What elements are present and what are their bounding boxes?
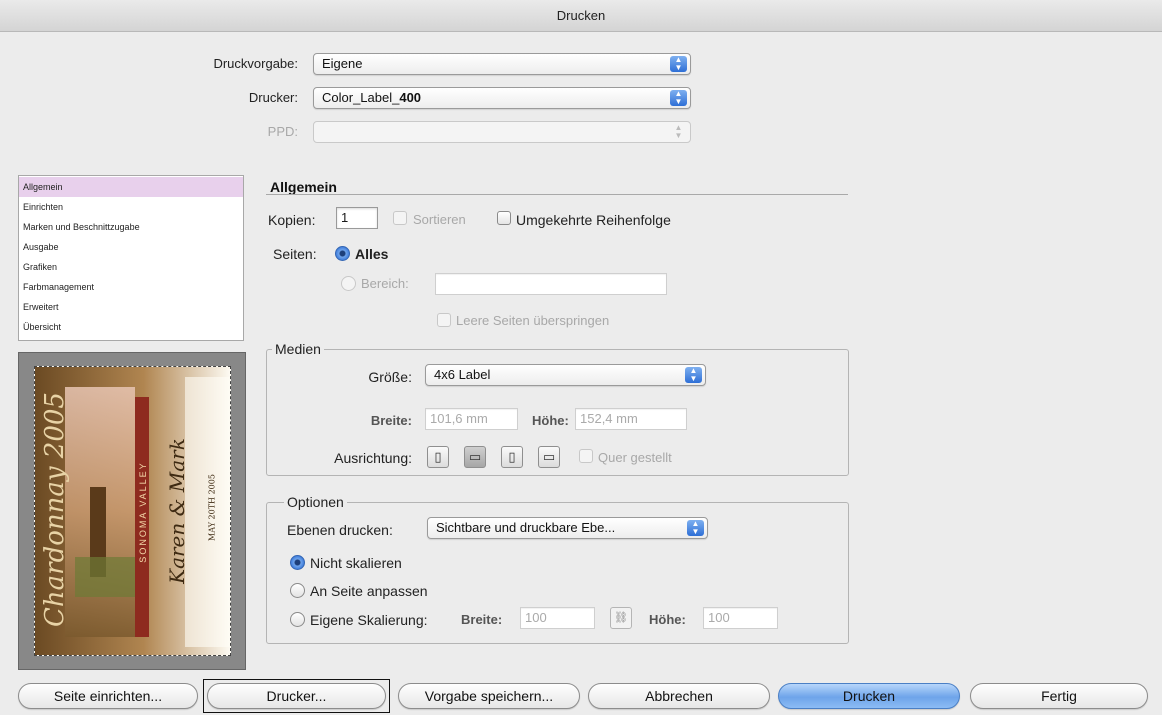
custom-scale-label: Eigene Skalierung: (310, 612, 428, 628)
fit-to-page-label: An Seite anpassen (310, 583, 428, 599)
preview-band-text: SONOMA VALLEY (138, 461, 148, 563)
width-label: Breite: (370, 413, 412, 428)
category-list[interactable]: Allgemein Einrichten Marken und Beschnit… (18, 175, 244, 341)
popup-arrows-icon: ▲ ▼ (685, 367, 702, 383)
scale-height-label: Höhe: (649, 612, 686, 627)
transverse-label: Quer gestellt (598, 450, 672, 465)
sidebar-item-erweitert[interactable]: Erweitert (19, 297, 243, 317)
transverse-checkbox[interactable] (579, 449, 593, 463)
layers-value: Sichtbare und druckbare Ebe... (436, 520, 616, 535)
window-title: Drucken (0, 0, 1162, 32)
sidebar-item-einrichten[interactable]: Einrichten (19, 197, 243, 217)
cancel-button[interactable]: Abbrechen (588, 683, 770, 709)
page-setup-button[interactable]: Seite einrichten... (18, 683, 198, 709)
popup-arrows-icon: ▲ ▼ (670, 90, 687, 106)
printer-label: Drucker: (248, 90, 298, 105)
ppd-popup[interactable]: ▲ ▼ (313, 121, 691, 143)
popup-arrows-icon: ▲ ▼ (687, 520, 704, 536)
preset-value: Eigene (322, 56, 363, 71)
copies-input[interactable]: 1 (336, 207, 378, 229)
options-group-title: Optionen (284, 494, 347, 510)
height-label: Höhe: (532, 413, 569, 428)
skip-blank-checkbox[interactable] (437, 313, 451, 327)
media-group-title: Medien (272, 341, 324, 357)
section-divider (266, 194, 848, 195)
orientation-label: Ausrichtung: (334, 450, 412, 466)
collate-label: Sortieren (413, 212, 466, 227)
scale-width-field[interactable]: 100 (520, 607, 595, 629)
preset-label: Druckvorgabe: (213, 56, 298, 71)
width-field[interactable]: 101,6 mm (425, 408, 518, 430)
collate-checkbox[interactable] (393, 211, 407, 225)
sidebar-item-ausgabe[interactable]: Ausgabe (19, 237, 243, 257)
sidebar-item-uebersicht[interactable]: Übersicht (19, 317, 243, 337)
height-field[interactable]: 152,4 mm (575, 408, 687, 430)
preview-names: Karen & Mark (165, 438, 189, 584)
scale-height-field[interactable]: 100 (703, 607, 778, 629)
sidebar-item-grafiken[interactable]: Grafiken (19, 257, 243, 277)
printer-value: Color_Label_400 (322, 90, 422, 105)
ppd-label: PPD: (267, 124, 298, 139)
fit-to-page-radio[interactable] (290, 583, 305, 598)
skip-blank-label: Leere Seiten überspringen (456, 313, 610, 328)
sidebar-item-allgemein[interactable]: Allgemein (19, 177, 243, 197)
link-proportions-icon[interactable]: ⛓ (610, 607, 632, 629)
section-title: Allgemein (270, 179, 337, 195)
size-label: Größe: (368, 369, 412, 385)
custom-scale-radio[interactable] (290, 612, 305, 627)
scale-width-label: Breite: (461, 612, 503, 627)
print-button[interactable]: Drucken (778, 683, 960, 709)
sidebar-item-marken[interactable]: Marken und Beschnittzugabe (19, 217, 243, 237)
printer-popup[interactable]: Color_Label_400 ▲ ▼ (313, 87, 691, 109)
print-preview: Chardonnay 2005 SONOMA VALLEY Karen & Ma… (18, 352, 246, 670)
preview-page: Chardonnay 2005 SONOMA VALLEY Karen & Ma… (34, 366, 231, 656)
orientation-reverse-landscape-icon[interactable]: ▭ (538, 446, 560, 468)
pages-label: Seiten: (273, 246, 317, 262)
sidebar-item-farbmanagement[interactable]: Farbmanagement (19, 277, 243, 297)
printer-button[interactable]: Drucker... (207, 683, 386, 709)
reverse-order-checkbox[interactable] (497, 211, 511, 225)
no-scale-label: Nicht skalieren (310, 555, 402, 571)
layers-popup[interactable]: Sichtbare und druckbare Ebe... ▲ ▼ (427, 517, 708, 539)
preview-date: MAY 20TH 2005 (207, 474, 217, 541)
layers-label: Ebenen drucken: (287, 522, 393, 538)
save-preset-button[interactable]: Vorgabe speichern... (398, 683, 580, 709)
pages-range-input[interactable] (435, 273, 667, 295)
copies-label: Kopien: (268, 212, 316, 228)
orientation-reverse-portrait-icon[interactable]: ▯ (501, 446, 523, 468)
no-scale-radio[interactable] (290, 555, 305, 570)
pages-range-radio[interactable] (341, 276, 356, 291)
size-value: 4x6 Label (434, 367, 491, 382)
popup-arrows-icon: ▲ ▼ (674, 123, 683, 140)
preview-title-script: Chardonnay 2005 (40, 392, 70, 627)
pages-all-radio[interactable] (335, 246, 350, 261)
orientation-portrait-icon[interactable]: ▯ (427, 446, 449, 468)
done-button[interactable]: Fertig (970, 683, 1148, 709)
preset-popup[interactable]: Eigene ▲ ▼ (313, 53, 691, 75)
pages-range-label: Bereich: (361, 276, 409, 291)
reverse-order-label: Umgekehrte Reihenfolge (516, 212, 671, 228)
pages-all-label: Alles (355, 246, 389, 262)
orientation-landscape-icon[interactable]: ▭ (464, 446, 486, 468)
popup-arrows-icon: ▲ ▼ (670, 56, 687, 72)
size-popup[interactable]: 4x6 Label ▲ ▼ (425, 364, 706, 386)
